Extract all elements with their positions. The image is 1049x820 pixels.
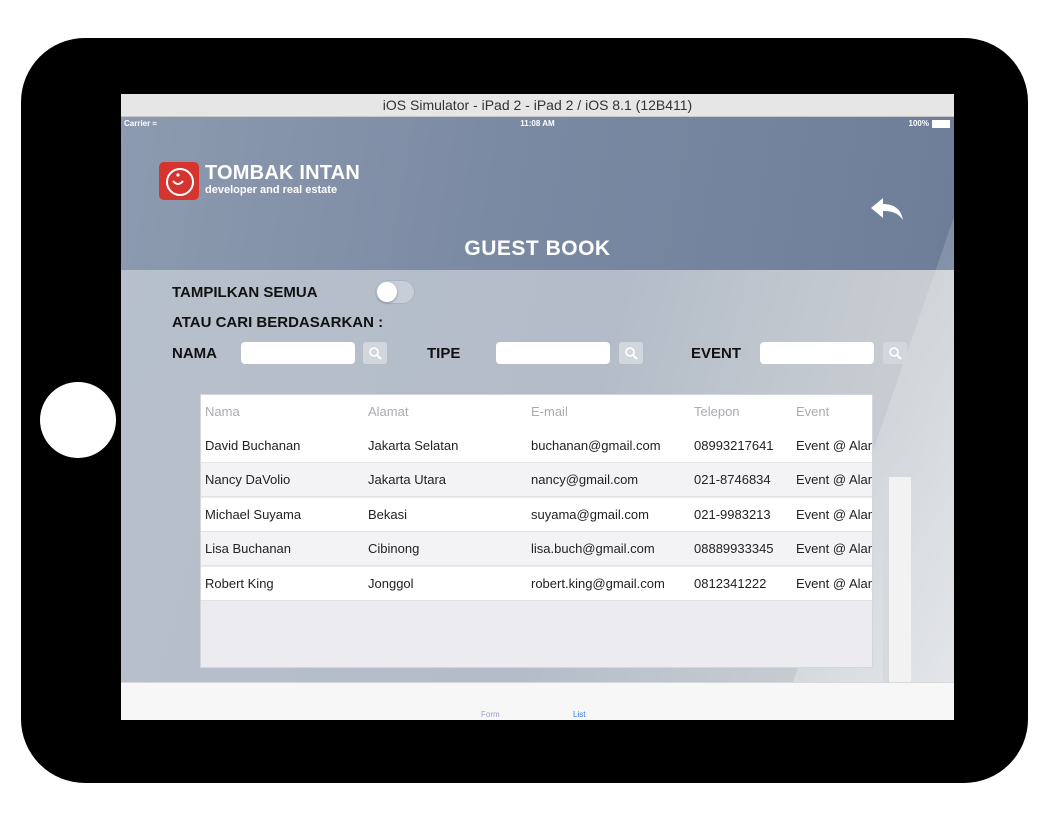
table-row[interactable]: Nancy DaVolio Jakarta Utara nancy@gmail.… (201, 463, 873, 497)
smile-icon (166, 168, 194, 196)
battery-indicator: 100% (909, 119, 950, 128)
nama-search-button[interactable] (363, 342, 387, 364)
cell-nama: Lisa Buchanan (205, 541, 292, 556)
search-icon (369, 347, 382, 360)
tab-bar: Form List (121, 682, 954, 720)
app-view: Carrier ≈ 11:08 AM 100% TOMBAK INTAN dev… (121, 117, 954, 720)
brand-tagline: developer and real estate (205, 184, 338, 196)
cell-email: robert.king@gmail.com (531, 576, 665, 591)
search-icon (889, 347, 902, 360)
home-button[interactable] (40, 382, 116, 458)
tipe-search-button[interactable] (619, 342, 643, 364)
cell-telepon: 021-9983213 (694, 507, 771, 522)
column-header: Telepon (694, 404, 740, 419)
status-time: 11:08 AM (520, 119, 555, 128)
show-all-toggle[interactable] (375, 280, 415, 304)
column-header: Nama (205, 404, 240, 419)
cell-nama: Michael Suyama (205, 507, 302, 522)
search-icon (625, 347, 638, 360)
cell-email: lisa.buch@gmail.com (531, 541, 655, 556)
cell-event: Event @ Alam (796, 507, 873, 522)
event-search-input[interactable] (760, 342, 874, 364)
simulator-title-bar: iOS Simulator - iPad 2 - iPad 2 / iOS 8.… (121, 94, 954, 117)
table-row[interactable]: Lisa Buchanan Cibinong lisa.buch@gmail.c… (201, 532, 873, 566)
or-search-label: ATAU CARI BERDASARKAN : (172, 314, 384, 331)
cell-telepon: 08993217641 (694, 438, 774, 453)
tipe-search-input[interactable] (496, 342, 610, 364)
cell-email: nancy@gmail.com (531, 472, 639, 487)
tab-form[interactable]: Form (481, 710, 500, 719)
cell-nama: David Buchanan (205, 438, 301, 453)
table-row[interactable]: Michael Suyama Bekasi suyama@gmail.com 0… (201, 498, 873, 532)
cell-nama: Robert King (205, 576, 274, 591)
event-search-button[interactable] (883, 342, 907, 364)
cell-alamat: Bekasi (368, 507, 408, 522)
table-header: Nama Alamat E-mail Telepon Event (201, 395, 872, 429)
page-title: GUEST BOOK (464, 237, 611, 260)
cell-alamat: Jakarta Utara (368, 472, 447, 487)
back-arrow-icon[interactable] (869, 196, 905, 226)
cell-event: Event @ Alam (796, 576, 873, 591)
status-bar: Carrier ≈ 11:08 AM 100% (121, 117, 954, 131)
tipe-label: TIPE (427, 345, 461, 362)
guest-table[interactable]: Nama Alamat E-mail Telepon Event David B… (200, 394, 873, 668)
brand-text: TOMBAK INTAN developer and real estate (205, 162, 360, 196)
cell-telepon: 08889933345 (694, 541, 774, 556)
cell-alamat: Jonggol (368, 576, 414, 591)
cell-telepon: 021-8746834 (694, 472, 771, 487)
column-header: Event (796, 404, 830, 419)
tab-list[interactable]: List (573, 710, 585, 719)
table-row[interactable]: David Buchanan Jakarta Selatan buchanan@… (201, 429, 873, 463)
cell-email: buchanan@gmail.com (531, 438, 661, 453)
cell-event: Event @ Alam (796, 541, 873, 556)
brand-logo (159, 162, 199, 200)
table-row[interactable]: Robert King Jonggol robert.king@gmail.co… (201, 567, 873, 601)
column-header: E-mail (531, 404, 568, 419)
cell-event: Event @ Alam (796, 438, 873, 453)
toggle-knob (377, 282, 397, 302)
cell-event: Event @ Alam (796, 472, 873, 487)
cell-nama: Nancy DaVolio (205, 472, 291, 487)
cell-telepon: 0812341222 (694, 576, 767, 591)
show-all-label: TAMPILKAN SEMUA (172, 284, 318, 301)
cell-alamat: Jakarta Selatan (368, 438, 459, 453)
nama-label: NAMA (172, 345, 217, 362)
nama-search-input[interactable] (241, 342, 355, 364)
simulator-screen: iOS Simulator - iPad 2 - iPad 2 / iOS 8.… (121, 94, 954, 720)
event-label: EVENT (691, 345, 742, 362)
cell-alamat: Cibinong (368, 541, 420, 556)
brand-name: TOMBAK INTAN (205, 162, 360, 184)
cell-email: suyama@gmail.com (531, 507, 649, 522)
column-header: Alamat (368, 404, 409, 419)
battery-icon (932, 119, 950, 128)
